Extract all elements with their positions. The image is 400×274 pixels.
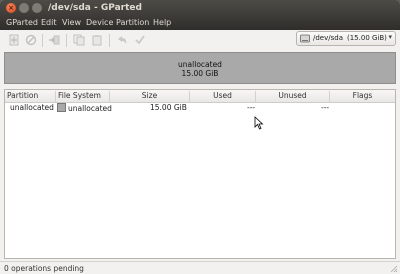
cell-unused: --- xyxy=(321,103,330,112)
toolbar-separator xyxy=(66,34,67,47)
menu-partition[interactable]: Partition xyxy=(116,18,149,27)
cell-used: --- xyxy=(247,103,256,112)
cell-filesystem-label: unallocated xyxy=(68,104,112,113)
maximize-window-button[interactable] xyxy=(32,3,42,13)
gparted-window: × /dev/sda - GParted GParted Edit View D… xyxy=(0,0,400,274)
operations-pending-status: 0 operations pending xyxy=(4,264,84,273)
menu-gparted[interactable]: GParted xyxy=(6,18,38,27)
partition-visual-bar[interactable]: unallocated 15.00 GiB xyxy=(4,52,396,84)
harddisk-icon xyxy=(300,34,310,43)
menu-bar: GParted Edit View Device Partition Help xyxy=(0,17,400,30)
visual-partition-label: unallocated xyxy=(178,60,222,69)
column-header-partition[interactable]: Partition xyxy=(5,91,56,102)
toolbar-separator xyxy=(42,34,43,47)
device-size: (15.00 GiB) xyxy=(347,34,387,42)
device-selector[interactable]: /dev/sda (15.00 GiB) ▾ xyxy=(296,31,396,46)
dropdown-arrow-icon: ▾ xyxy=(388,33,392,41)
cell-filesystem: unallocated xyxy=(57,103,112,113)
mouse-cursor-icon xyxy=(254,116,264,130)
close-window-button[interactable]: × xyxy=(6,3,16,13)
delete-icon[interactable] xyxy=(25,34,37,46)
resize-grip-icon[interactable] xyxy=(390,265,398,273)
column-header-used[interactable]: Used xyxy=(190,91,256,102)
copy-icon[interactable] xyxy=(73,34,85,46)
new-icon[interactable] xyxy=(8,34,20,46)
window-title: /dev/sda - GParted xyxy=(48,3,142,13)
column-header-unused[interactable]: Unused xyxy=(256,91,330,102)
visual-partition-size: 15.00 GiB xyxy=(181,69,219,78)
partition-table: Partition File System Size Used Unused F… xyxy=(4,89,396,259)
menu-device[interactable]: Device xyxy=(86,18,113,27)
minimize-window-button[interactable] xyxy=(19,3,29,13)
undo-icon[interactable] xyxy=(116,34,128,46)
apply-icon[interactable] xyxy=(134,34,146,46)
cell-size: 15.00 GiB xyxy=(150,103,187,112)
resize-icon[interactable] xyxy=(48,34,60,46)
filesystem-color-swatch xyxy=(57,103,66,112)
column-header-size[interactable]: Size xyxy=(110,91,190,102)
device-name: /dev/sda xyxy=(313,34,343,42)
menu-view[interactable]: View xyxy=(62,18,81,27)
status-bar: 0 operations pending xyxy=(0,261,400,274)
toolbar-separator xyxy=(109,34,110,47)
title-bar[interactable]: × /dev/sda - GParted xyxy=(0,0,400,17)
cell-partition: unallocated xyxy=(10,103,54,112)
menu-help[interactable]: Help xyxy=(153,18,171,27)
table-row[interactable]: unallocated unallocated 15.00 GiB --- --… xyxy=(5,102,395,113)
column-header-filesystem[interactable]: File System xyxy=(56,91,110,102)
column-header-flags[interactable]: Flags xyxy=(330,91,395,102)
paste-icon[interactable] xyxy=(91,34,103,46)
menu-edit[interactable]: Edit xyxy=(41,18,57,27)
